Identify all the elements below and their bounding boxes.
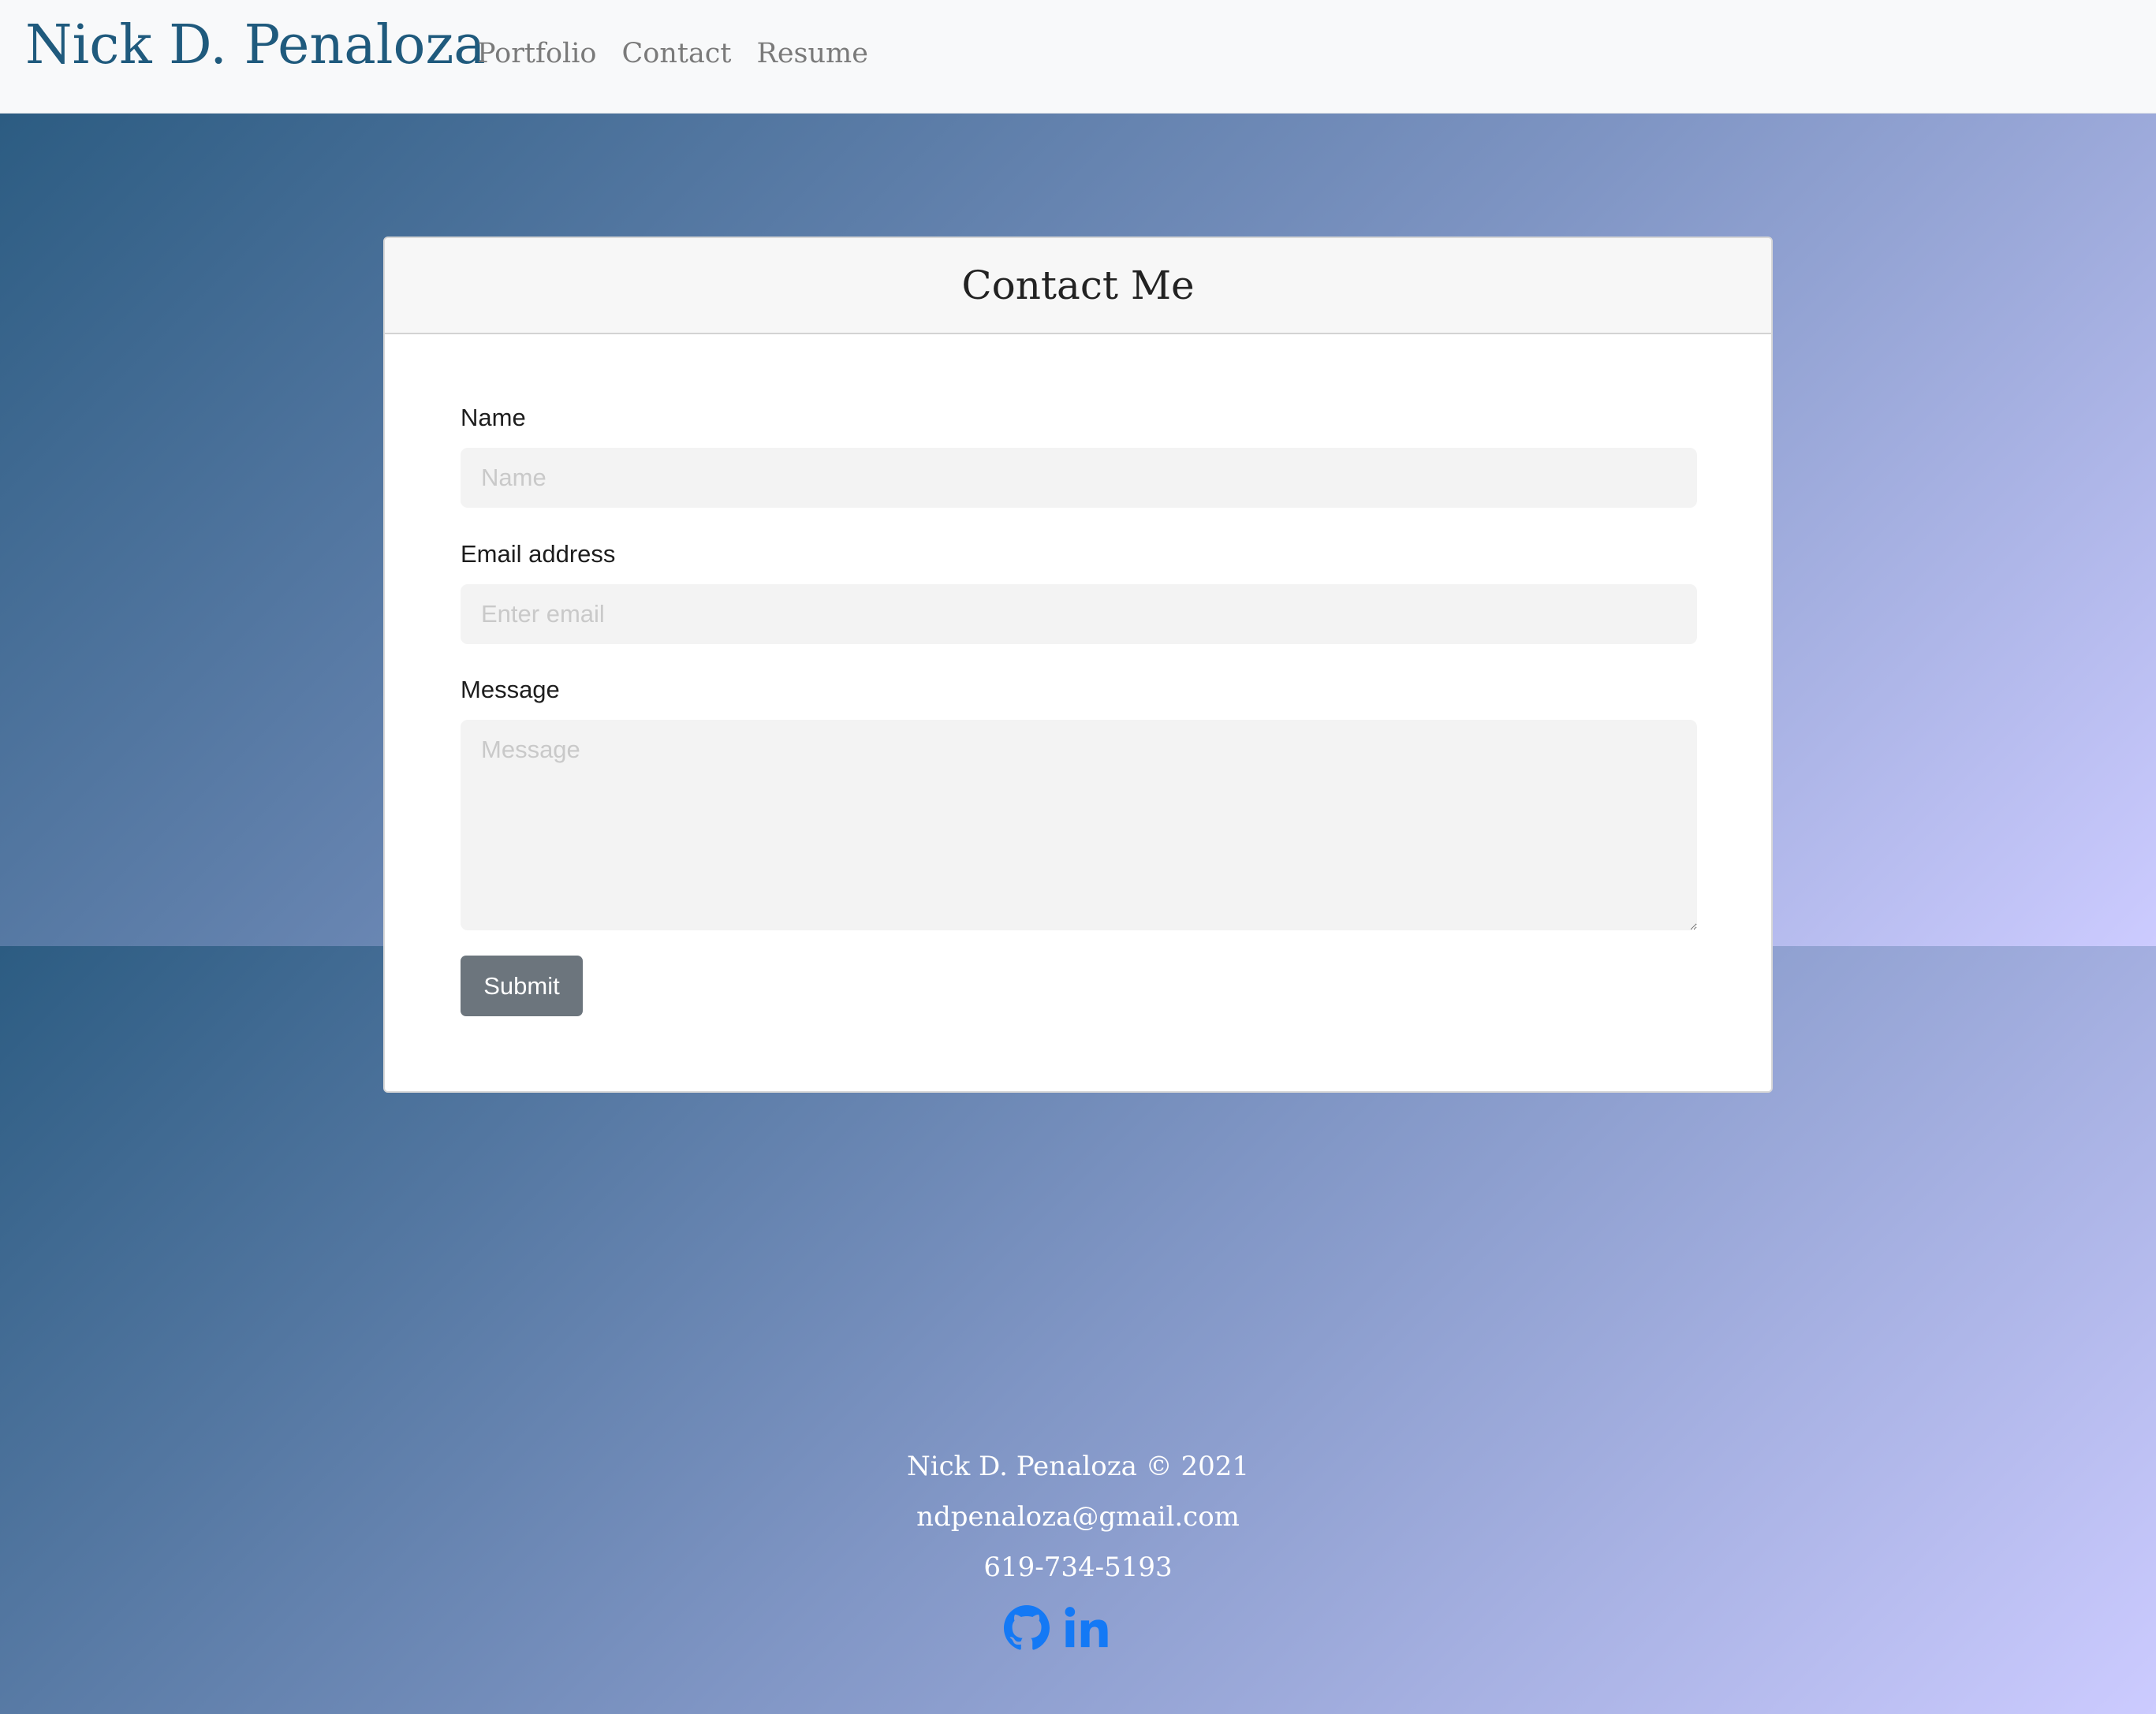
nav-link-contact[interactable]: Contact bbox=[621, 38, 731, 69]
page-title: Contact Me bbox=[961, 263, 1195, 308]
social-links bbox=[1003, 1604, 1110, 1652]
name-label: Name bbox=[461, 404, 526, 431]
contact-card: Contact Me Name Email address Message Su… bbox=[383, 237, 1773, 1093]
card-header: Contact Me bbox=[385, 238, 1771, 334]
footer-copyright: Nick D. Penaloza © 2021 bbox=[906, 1451, 1250, 1482]
brand-link[interactable]: Nick D. Penaloza bbox=[25, 14, 486, 76]
message-textarea[interactable] bbox=[461, 720, 1697, 930]
nav-link-portfolio[interactable]: Portfolio bbox=[477, 38, 596, 69]
name-input[interactable] bbox=[461, 448, 1697, 508]
linkedin-icon bbox=[1065, 1607, 1108, 1648]
submit-button[interactable]: Submit bbox=[461, 956, 583, 1016]
email-field[interactable] bbox=[461, 584, 1697, 644]
navbar: Nick D. Penaloza Portfolio Contact Resum… bbox=[0, 0, 2156, 114]
nav-links: Portfolio Contact Resume bbox=[477, 38, 868, 69]
footer-phone: 619-734-5193 bbox=[983, 1552, 1173, 1583]
footer-email: ndpenaloza@gmail.com bbox=[916, 1501, 1240, 1533]
nav-link-resume[interactable]: Resume bbox=[756, 38, 867, 69]
github-link[interactable] bbox=[1003, 1604, 1050, 1652]
email-label: Email address bbox=[461, 540, 616, 568]
message-label: Message bbox=[461, 676, 560, 703]
linkedin-link[interactable] bbox=[1063, 1604, 1110, 1652]
github-icon bbox=[1004, 1605, 1050, 1650]
